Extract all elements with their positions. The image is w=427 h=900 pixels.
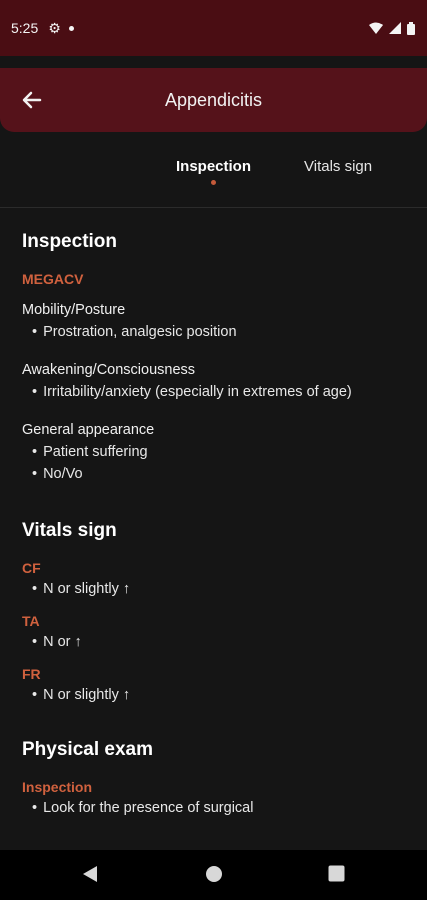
- tab-bar: Inspection Vitals sign: [0, 150, 427, 208]
- tab-vitals-sign[interactable]: Vitals sign: [304, 158, 372, 175]
- vital-label-ta: TA: [22, 613, 40, 629]
- status-time: 5:25: [11, 20, 39, 36]
- settings-gear-icon: ⚙: [48, 19, 61, 36]
- section-title-inspection: Inspection: [22, 231, 118, 252]
- nav-home-icon[interactable]: [205, 865, 223, 883]
- bullet-item: N or slightly ↑: [22, 581, 427, 597]
- physical-sub-inspection: Inspection: [22, 779, 93, 795]
- bullet-item: N or ↑: [22, 634, 427, 650]
- group-title-awakening: Awakening/Consciousness: [22, 362, 196, 378]
- mnemonic-label: MEGACV: [22, 271, 84, 287]
- tab-inspection[interactable]: Inspection: [176, 158, 251, 175]
- group-title-general-appearance: General appearance: [22, 422, 155, 438]
- signal-icon: [389, 22, 401, 34]
- bullet-item: Look for the presence of surgical: [22, 800, 427, 816]
- nav-recents-icon[interactable]: [328, 865, 345, 882]
- system-nav-bar: [0, 850, 427, 900]
- back-arrow-icon[interactable]: [20, 88, 44, 112]
- content-scroll[interactable]: Inspection MEGACV Mobility/Posture Prost…: [0, 209, 427, 850]
- section-title-vitals: Vitals sign: [22, 520, 117, 541]
- wifi-icon: [369, 22, 383, 34]
- battery-icon: [407, 21, 415, 35]
- section-title-physical-exam: Physical exam: [22, 739, 153, 760]
- nav-back-icon[interactable]: [82, 865, 98, 883]
- app-bar: Appendicitis: [0, 68, 427, 132]
- group-title-mobility: Mobility/Posture: [22, 302, 126, 318]
- notification-dot-icon: [68, 25, 74, 31]
- active-tab-indicator: [211, 180, 216, 185]
- bullet-item: No/Vo: [22, 466, 427, 482]
- bullet-item: Prostration, analgesic position: [22, 324, 427, 340]
- bullet-item: N or slightly ↑: [22, 687, 427, 703]
- page-title: Appendicitis: [164, 89, 263, 110]
- vital-label-fr: FR: [22, 666, 41, 682]
- bullet-item: Patient suffering: [22, 444, 427, 460]
- status-bar: 5:25 ⚙: [0, 0, 427, 56]
- bullet-item: Irritability/anxiety (especially in extr…: [22, 384, 427, 400]
- vital-label-cf: CF: [22, 560, 41, 576]
